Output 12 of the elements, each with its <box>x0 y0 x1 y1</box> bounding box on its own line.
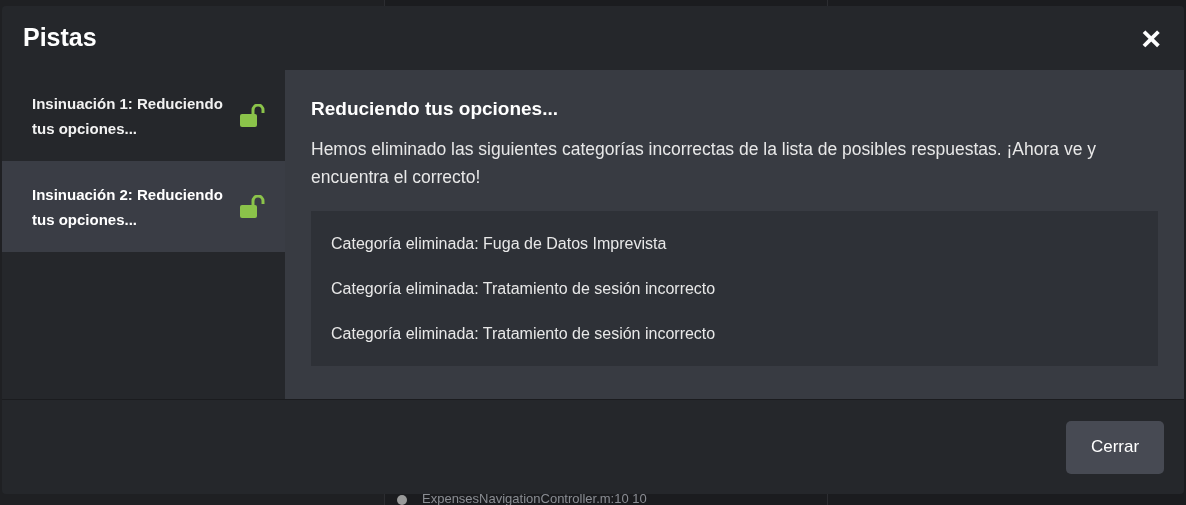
removed-category: Categoría eliminada: Tratamiento de sesión incorrecto <box>331 279 717 299</box>
removed-category: Categoría eliminada: Fuga de Datos Imprevista <box>331 234 668 254</box>
close-button[interactable]: × <box>1139 21 1163 55</box>
content-text: Hemos eliminado las siguientes categorías incorrectas de la lista de posibles respuestas. ¡Ahora ve y encuentra el correcto! <box>311 138 1097 189</box>
close-dialog-button[interactable]: Cerrar <box>1066 420 1164 474</box>
hint-item[interactable]: Insinuación 2: Reduciendo tus opciones... <box>2 161 285 252</box>
hint-label: Insinuación 2: Reduciendo tus opciones... <box>32 184 224 230</box>
removed-category: Categoría eliminada: Tratamiento de sesión incorrecto <box>331 324 717 344</box>
dialog-title: Pistas <box>23 22 97 54</box>
content-heading: Reduciendo tus opciones... <box>311 97 560 121</box>
file-reference: ExpensesNavigationController.m:10 10 <box>422 493 647 505</box>
hint-label: Insinuación 1: Reduciendo tus opciones... <box>32 93 224 139</box>
